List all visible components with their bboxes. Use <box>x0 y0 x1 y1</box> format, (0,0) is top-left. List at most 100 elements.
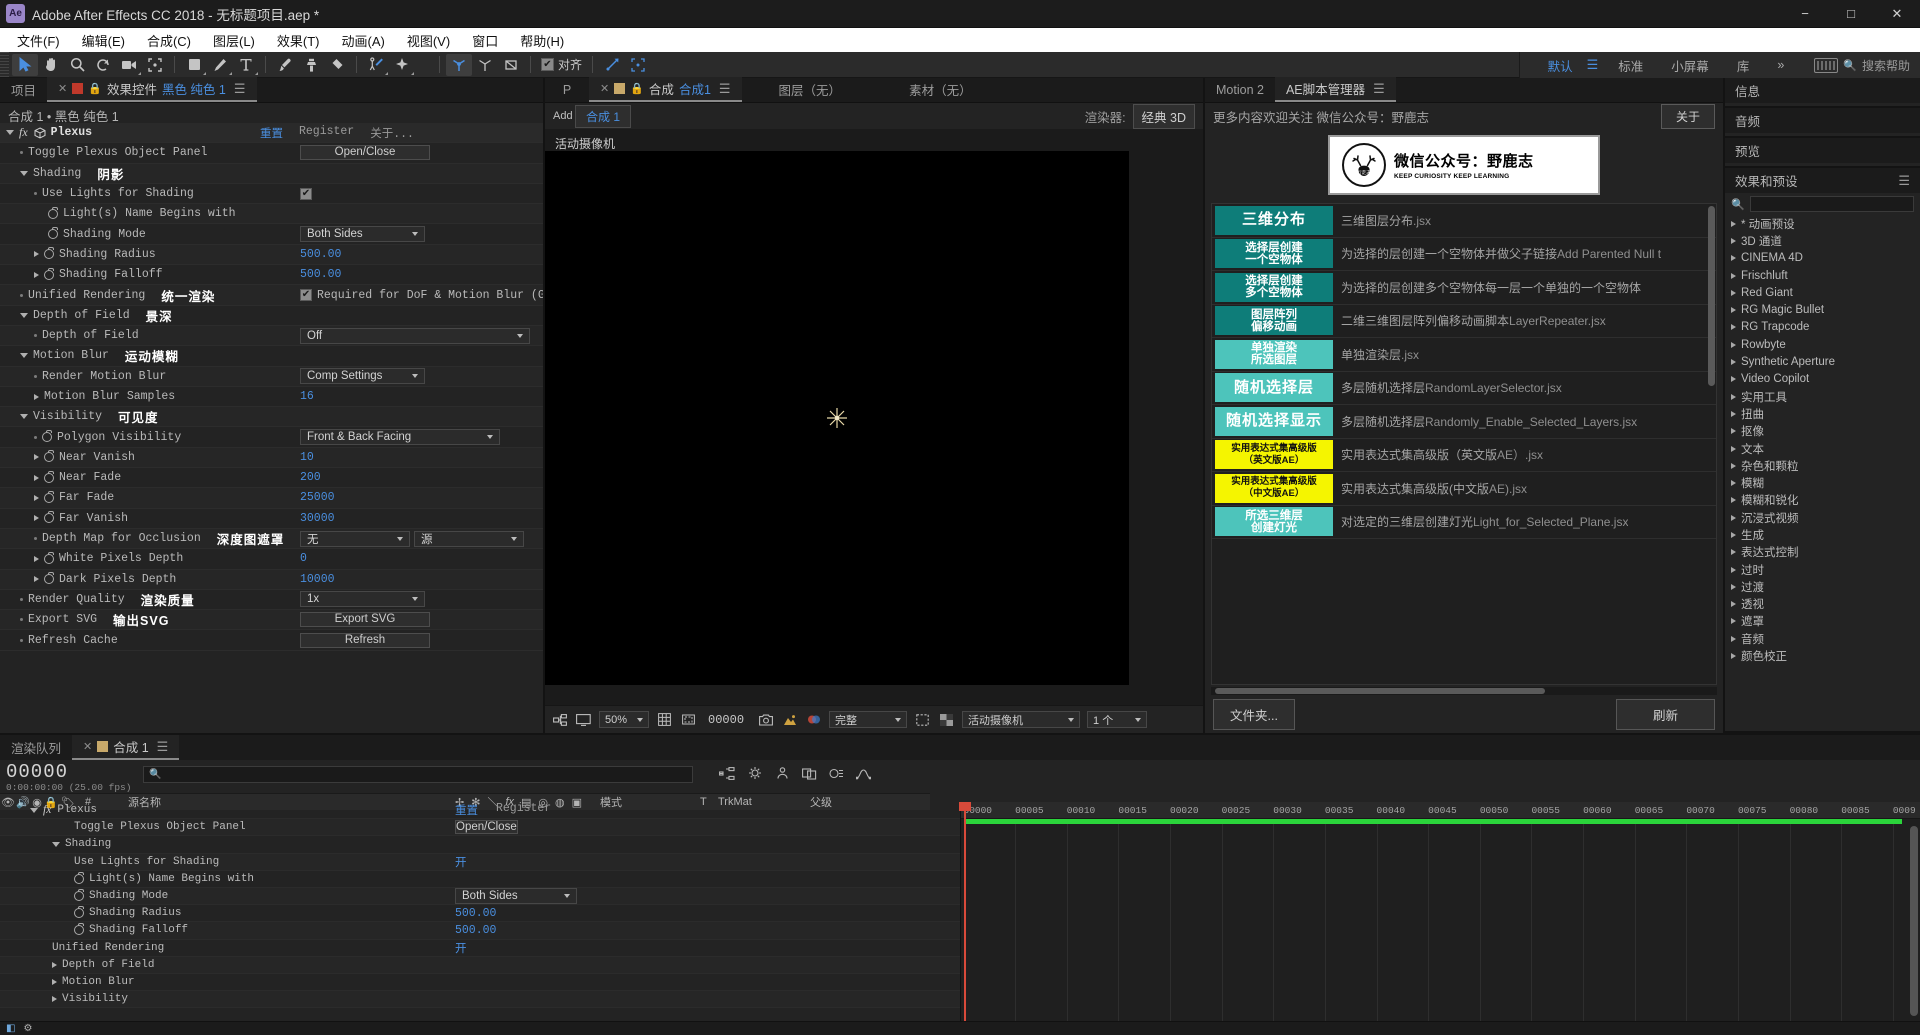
effect-row-1[interactable]: Shading 阴影 <box>0 163 543 184</box>
timeline-row[interactable]: fx Plexus 重置 Register <box>0 802 960 820</box>
effects-preset-item[interactable]: 过时 <box>1725 561 1920 578</box>
panel-menu-icon[interactable]: ☰ <box>157 739 169 755</box>
timeline-search-input[interactable] <box>165 768 688 781</box>
timeline-graph-area[interactable]: 00000 00005 00010 00015 00020 00025 00030 00035… <box>958 802 1920 1021</box>
effect-row-17[interactable]: Far Fade 25000 <box>0 488 543 509</box>
effects-search-input[interactable] <box>1749 196 1914 212</box>
effects-preset-item[interactable]: RG Magic Bullet <box>1725 301 1920 318</box>
chevron-right-icon[interactable] <box>34 555 39 562</box>
chevron-down-icon[interactable] <box>6 130 14 136</box>
chevron-down-icon[interactable] <box>20 353 28 359</box>
effect-row-9[interactable]: Depth of Field Off <box>0 325 543 347</box>
selection-tool[interactable] <box>12 53 38 76</box>
safe-zones-icon[interactable] <box>680 712 697 728</box>
script-row[interactable]: 单独渲染 所选图层 单独渲染层.jsx <box>1212 338 1716 372</box>
camera-tool[interactable] <box>116 54 142 76</box>
stopwatch-icon[interactable] <box>74 871 84 884</box>
show-snapshot-icon[interactable] <box>781 712 798 728</box>
effects-preset-item[interactable]: 沉浸式视频 <box>1725 509 1920 526</box>
lock-icon[interactable]: 🔒 <box>88 82 102 95</box>
row-select[interactable]: Both Sides <box>300 226 425 243</box>
close-icon[interactable]: ✕ <box>83 740 92 753</box>
effect-row-11[interactable]: Render Motion Blur Comp Settings <box>0 366 543 387</box>
row-button[interactable]: Open/Close <box>455 819 518 834</box>
timeline-row[interactable]: Visibility <box>0 991 960 1009</box>
script-row[interactable]: 随机选择层 多层随机选择层RandomLayerSelector.jsx <box>1212 372 1716 405</box>
tab-footage[interactable]: 素材（无） <box>898 77 983 102</box>
chevron-right-icon[interactable] <box>1731 428 1736 435</box>
effect-row-20[interactable]: White Pixels Depth 0 <box>0 549 543 570</box>
draft-3d-icon[interactable] <box>747 766 763 783</box>
row-number-value[interactable]: 10 <box>300 451 314 464</box>
zoom-tool[interactable] <box>64 54 90 76</box>
chevron-right-icon[interactable] <box>34 454 39 461</box>
script-badge[interactable]: 单独渲染 所选图层 <box>1215 339 1333 369</box>
panel-menu-icon[interactable]: ☰ <box>1898 173 1910 189</box>
comp-chip[interactable]: 合成 1 <box>575 104 632 128</box>
row-select-secondary[interactable]: 源 <box>414 530 524 547</box>
effect-row-19[interactable]: Depth Map for Occlusion 深度图遮罩无源 <box>0 528 543 550</box>
menu-item-1[interactable]: 编辑(E) <box>71 29 136 52</box>
toggle-switches-modes-icon[interactable]: ◧ <box>6 1023 15 1034</box>
row-checkbox[interactable]: ✔ <box>300 289 312 302</box>
timeline-timecode[interactable]: 00000 <box>6 763 131 782</box>
stopwatch-icon[interactable] <box>44 267 54 280</box>
channel-rgb-icon[interactable] <box>805 712 822 728</box>
tab-ae-script-manager[interactable]: AE脚本管理器 ☰ <box>1274 77 1396 102</box>
hide-shy-layers-icon[interactable] <box>775 766 790 783</box>
script-list-hscrollbar[interactable] <box>1211 687 1717 695</box>
effect-row-7[interactable]: Unified Rendering 统一渲染 ✔ Required for DoF &… <box>0 285 543 306</box>
script-list[interactable]: 三维分布 三维图层分布.jsx 选择层创建 一个空物体 为选择的层创建一个空物体并做父子… <box>1211 203 1717 685</box>
effects-preset-item[interactable]: 音频 <box>1725 630 1920 647</box>
row-button[interactable]: Export SVG <box>300 612 430 628</box>
timeline-row[interactable]: Shading <box>0 836 960 854</box>
chevron-right-icon[interactable] <box>52 996 57 1003</box>
chevron-right-icon[interactable] <box>1731 376 1736 383</box>
row-select[interactable]: Front & Back Facing <box>300 429 500 446</box>
chevron-right-icon[interactable] <box>1731 531 1736 538</box>
chevron-right-icon[interactable] <box>1731 289 1736 296</box>
local-axis-icon[interactable] <box>472 54 498 76</box>
chevron-right-icon[interactable] <box>1731 480 1736 487</box>
effects-preset-item[interactable]: Frischluft <box>1725 267 1920 284</box>
chevron-right-icon[interactable] <box>1731 462 1736 469</box>
close-icon[interactable]: ✕ <box>58 82 67 95</box>
effects-presets-list[interactable]: * 动画预设 3D 通道 CINEMA 4D Frischluft Red Giant R… <box>1725 215 1920 731</box>
chevron-right-icon[interactable] <box>52 978 57 985</box>
register-link[interactable]: Register <box>299 125 354 141</box>
clone-stamp-tool[interactable] <box>298 54 324 76</box>
timeline-link-0[interactable]: 重置 <box>455 802 478 818</box>
script-badge[interactable]: 所选三维层 创建灯光 <box>1215 507 1333 537</box>
timeline-row[interactable]: Light(s) Name Begins with <box>0 871 960 888</box>
stopwatch-icon[interactable] <box>44 450 54 463</box>
row-number-value[interactable]: 16 <box>300 390 314 403</box>
chevron-right-icon[interactable] <box>1731 393 1736 400</box>
effect-row-0[interactable]: Toggle Plexus Object Panel Open/Close <box>0 143 543 164</box>
chevron-down-icon[interactable] <box>52 841 60 847</box>
effect-row-18[interactable]: Far Vanish 30000 <box>0 509 543 529</box>
effects-preset-item[interactable]: 扭曲 <box>1725 405 1920 422</box>
stopwatch-icon[interactable] <box>48 227 58 240</box>
snap-target-icon[interactable] <box>625 54 651 76</box>
chevron-right-icon[interactable] <box>1731 514 1736 521</box>
effect-row-23[interactable]: Export SVG 输出SVG Export SVG <box>0 610 543 631</box>
panel-menu-icon[interactable]: ☰ <box>234 81 246 97</box>
stopwatch-icon[interactable] <box>74 906 84 919</box>
script-badge[interactable]: 选择层创建 一个空物体 <box>1215 239 1333 269</box>
effects-preset-item[interactable]: CINEMA 4D <box>1725 250 1920 267</box>
effects-preset-item[interactable]: Synthetic Aperture <box>1725 353 1920 370</box>
effects-preset-item[interactable]: 颜色校正 <box>1725 647 1920 664</box>
comp-monitor-icon[interactable] <box>575 712 592 728</box>
chevron-right-icon[interactable] <box>1731 307 1736 314</box>
folder-button[interactable]: 文件夹... <box>1213 698 1295 730</box>
row-select-primary[interactable]: 无 <box>300 530 410 547</box>
maximize-button[interactable]: □ <box>1828 0 1874 28</box>
views-count-select[interactable]: 1 个 <box>1087 711 1148 728</box>
eraser-tool[interactable] <box>324 54 350 76</box>
snapping-arrow-icon[interactable] <box>599 54 625 76</box>
tab-composition[interactable]: ✕ 🔒 合成 合成1 ☰ <box>589 77 742 102</box>
row-number-value[interactable]: 10000 <box>300 573 335 586</box>
timeline-row[interactable]: Depth of Field <box>0 956 960 974</box>
tab-timeline-comp[interactable]: ✕ 合成 1 ☰ <box>72 735 180 760</box>
region-of-interest-icon[interactable] <box>914 712 931 728</box>
